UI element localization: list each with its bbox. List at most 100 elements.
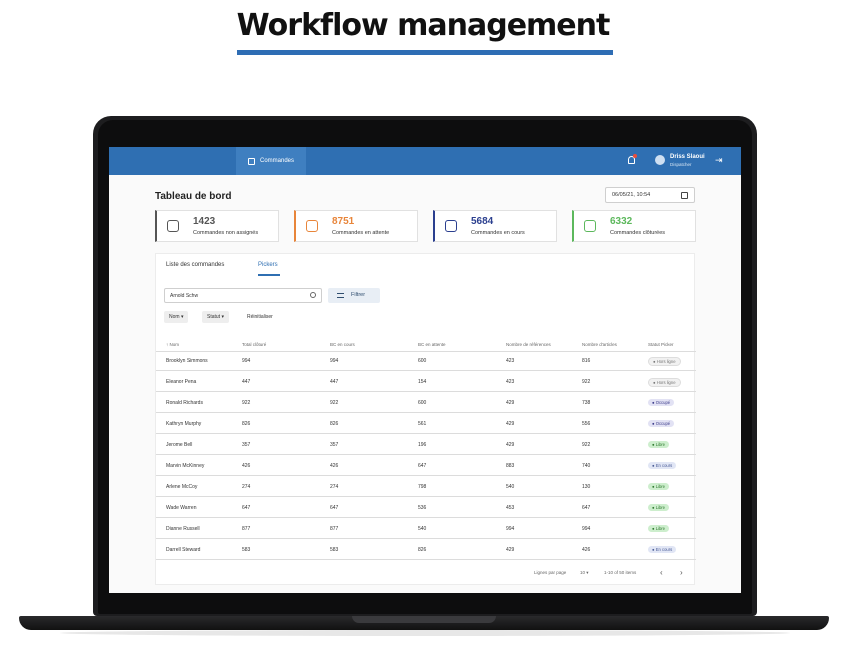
table-cell: 561 — [418, 421, 427, 427]
table-cell: 540 — [418, 526, 427, 532]
table-cell: 600 — [418, 358, 427, 364]
heading-underline — [237, 50, 613, 55]
table-cell: 429 — [506, 442, 515, 448]
notification-dot — [633, 154, 637, 158]
table-cell: 583 — [242, 547, 251, 553]
table-cell: 922 — [582, 442, 591, 448]
filter-button[interactable]: Filtrer — [328, 288, 380, 303]
table-cell: 154 — [418, 379, 427, 385]
search-value: Arnold Schw — [170, 293, 199, 299]
user-name: Driss Slaoui — [670, 154, 705, 160]
search-input[interactable]: Arnold Schw — [164, 288, 322, 303]
table-header[interactable]: Nombre d'articles — [582, 342, 617, 347]
table-header[interactable]: BC en attente — [418, 342, 446, 347]
table-cell: 429 — [506, 400, 515, 406]
chevron-down-icon: ▾ — [221, 314, 224, 320]
table-header[interactable]: Nombre de références — [506, 342, 551, 347]
table-row-divider — [156, 517, 696, 518]
table-cell: 922 — [582, 379, 591, 385]
stat-value: 6332 — [610, 216, 633, 227]
table-cell: 357 — [330, 442, 339, 448]
table-cell: 994 — [330, 358, 339, 364]
search-icon[interactable] — [310, 292, 316, 298]
status-badge: ● Occupé — [648, 420, 675, 427]
prev-page-icon[interactable]: ‹ — [660, 568, 663, 577]
status-badge: ● Hors ligne — [648, 357, 681, 366]
calendar-icon[interactable] — [681, 192, 688, 199]
table-row-divider — [156, 538, 696, 539]
table-cell: 429 — [506, 547, 515, 553]
table-cell: 877 — [330, 526, 339, 532]
picker-name: Eleanor Pena — [166, 379, 197, 385]
sortable-header[interactable]: ↑ Nom — [166, 342, 179, 347]
table-cell: 429 — [506, 421, 515, 427]
table-header[interactable]: Statut Picker — [648, 342, 674, 347]
top-navbar: Commandes Driss Slaoui Dispatcher ⇥ — [109, 147, 741, 175]
pickers-panel: Liste des commandes Pickers Arnold Schw … — [155, 253, 696, 585]
table-cell: 826 — [330, 421, 339, 427]
chip-statut[interactable]: Statut ▾ — [202, 311, 229, 323]
tab-pickers[interactable]: Pickers — [258, 262, 278, 268]
stat-card[interactable]: 8751 Commandes en attente — [294, 210, 418, 242]
active-tab-indicator — [258, 274, 280, 276]
status-badge: ● Libre — [648, 525, 670, 532]
table-cell: 994 — [242, 358, 251, 364]
rows-per-page-label: Lignes par page — [534, 570, 567, 575]
chip-nom[interactable]: Nom ▾ — [164, 311, 189, 323]
tab-liste-commandes[interactable]: Liste des commandes — [166, 262, 224, 268]
status-badge: ● Libre — [648, 441, 670, 448]
stat-label: Commandes en cours — [471, 230, 525, 236]
table-row-divider — [156, 559, 696, 560]
table-cell: 583 — [330, 547, 339, 553]
table-cell: 994 — [506, 526, 515, 532]
date-picker[interactable]: 06/05/21, 10:54 — [605, 187, 695, 203]
stat-icon — [584, 220, 596, 232]
table-cell: 922 — [242, 400, 251, 406]
table-cell: 647 — [418, 463, 427, 469]
date-value: 06/05/21, 10:54 — [612, 192, 651, 198]
status-badge: ● En cours — [648, 546, 677, 553]
reset-link[interactable]: Réinitialiser — [247, 314, 273, 320]
stat-card[interactable]: 6332 Commandes clôturées — [572, 210, 696, 242]
status-badge: ● Libre — [648, 483, 670, 490]
table-cell: 740 — [582, 463, 591, 469]
picker-name: Darrell Steward — [166, 547, 201, 553]
stat-value: 5684 — [471, 216, 494, 227]
table-cell: 883 — [506, 463, 515, 469]
picker-name: Kathryn Murphy — [166, 421, 202, 427]
table-header[interactable]: Total clôturé — [242, 342, 266, 347]
rows-per-page-value: 10 — [580, 570, 586, 575]
table-cell: 922 — [330, 400, 339, 406]
table-cell: 738 — [582, 400, 591, 406]
table-cell: 453 — [506, 505, 515, 511]
stat-label: Commandes en attente — [332, 230, 390, 236]
stat-card[interactable]: 5684 Commandes en cours — [433, 210, 557, 242]
avatar[interactable] — [655, 155, 665, 165]
stat-label: Commandes clôturées — [610, 230, 666, 236]
logout-icon[interactable]: ⇥ — [715, 156, 723, 165]
table-cell: 447 — [330, 379, 339, 385]
chevron-down-icon: ▾ — [180, 314, 184, 320]
stat-icon — [167, 220, 179, 232]
rows-per-page-select[interactable]: 10 ▾ — [580, 570, 589, 576]
stat-value: 8751 — [332, 216, 355, 227]
nav-tab-label: Commandes — [259, 158, 294, 164]
stat-card[interactable]: 1423 Commandes non assignés — [155, 210, 279, 242]
table-cell: 196 — [418, 442, 427, 448]
table-cell: 447 — [242, 379, 251, 385]
dashboard-title: Tableau de bord — [155, 191, 232, 202]
page-heading: Workflow management — [236, 8, 611, 43]
cube-icon — [247, 157, 255, 165]
table-row-divider — [156, 412, 696, 413]
user-role: Dispatcher — [670, 162, 692, 167]
table-row-divider — [156, 454, 696, 455]
app-screen: Commandes Driss Slaoui Dispatcher ⇥ Tabl… — [109, 147, 741, 593]
next-page-icon[interactable]: › — [680, 568, 683, 577]
nav-tab-commandes[interactable]: Commandes — [236, 147, 306, 175]
table-header[interactable]: BC en cours — [330, 342, 355, 347]
picker-name: Ronald Richards — [166, 400, 203, 406]
table-cell: 426 — [330, 463, 339, 469]
table-cell: 647 — [330, 505, 339, 511]
pagination-range: 1-10 of 50 items — [604, 570, 637, 575]
laptop-shadow — [60, 630, 790, 636]
